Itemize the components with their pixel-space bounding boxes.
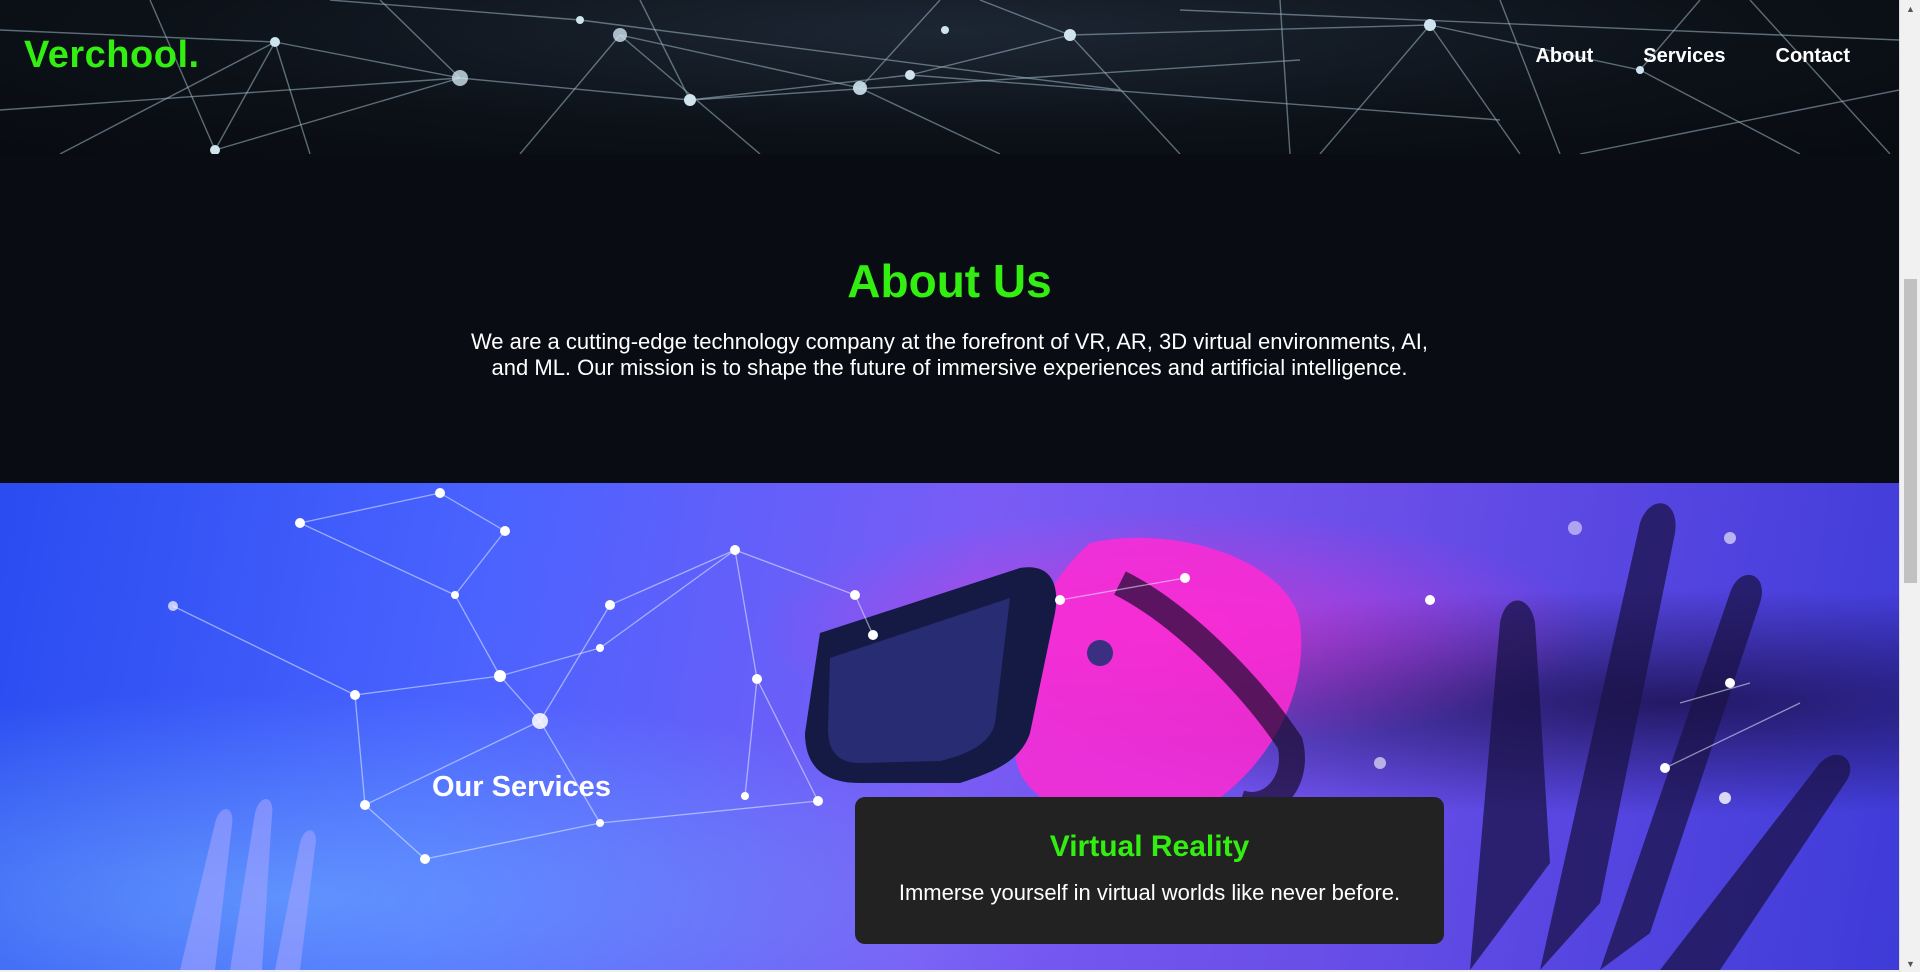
scroll-up-arrow-icon[interactable]: ▲ [1900, 0, 1920, 17]
network-background [0, 0, 1899, 154]
about-section: About Us We are a cutting-edge technolog… [0, 154, 1899, 483]
service-card-virtual-reality[interactable]: Virtual Reality Immerse yourself in virt… [855, 797, 1444, 944]
scroll-down-arrow-icon[interactable]: ▼ [1900, 955, 1920, 972]
site-header: Verchool. About Services Contact [0, 0, 1899, 154]
about-text: We are a cutting-edge technology company… [470, 329, 1429, 380]
nav-link-services[interactable]: Services [1643, 45, 1725, 68]
about-title: About Us [847, 255, 1052, 307]
vr-headset-graphic [805, 537, 1305, 830]
site-logo[interactable]: Verchool. [24, 34, 200, 77]
services-title: Our Services [432, 771, 611, 803]
nav-link-about[interactable]: About [1535, 45, 1593, 68]
hand-right-graphic [1470, 503, 1851, 970]
page: Verchool. About Services Contact About U… [0, 0, 1899, 970]
vertical-scrollbar[interactable]: ▲ ▼ [1899, 0, 1920, 972]
main-nav: About Services Contact [1535, 45, 1850, 68]
scrollbar-thumb[interactable] [1904, 279, 1917, 583]
nav-link-contact[interactable]: Contact [1776, 45, 1850, 68]
hand-left-graphic [180, 798, 317, 970]
service-card-text: Immerse yourself in virtual worlds like … [898, 880, 1401, 905]
services-section: Our Services Virtual Reality Immerse you… [0, 483, 1899, 970]
service-card-title: Virtual Reality [1049, 830, 1250, 863]
